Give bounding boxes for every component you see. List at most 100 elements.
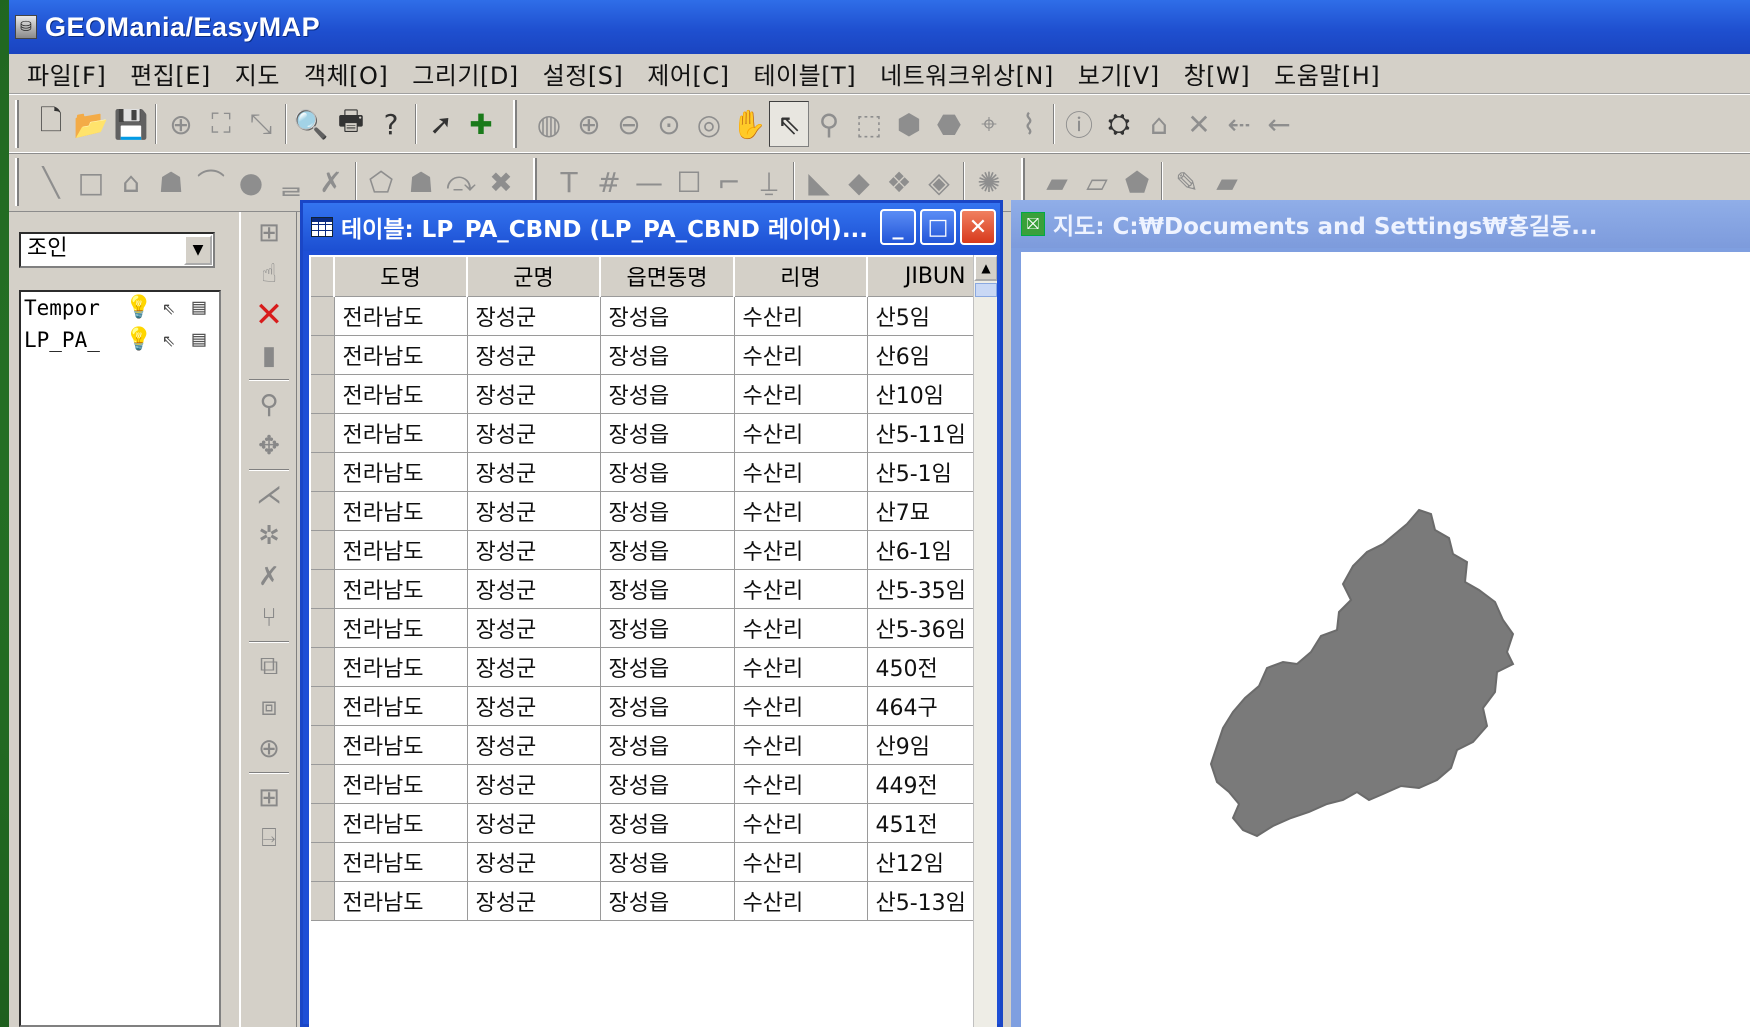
table-row[interactable]: 전라남도 장성군 장성읍 수산리 451전	[309, 802, 975, 843]
menu-item[interactable]: 편집[E]	[118, 56, 223, 91]
table-cell[interactable]: 전라남도	[333, 802, 468, 843]
zoom-in-icon[interactable]: ⊕	[569, 101, 609, 147]
table-row[interactable]: 전라남도 장성군 장성읍 수산리 산7묘	[309, 490, 975, 531]
layer-tool-4-icon[interactable]: ◈	[919, 159, 959, 205]
draw-circle-icon[interactable]: ●	[231, 159, 271, 205]
move-object-icon[interactable]: ☗	[401, 159, 441, 205]
table-cell[interactable]: 전라남도	[333, 451, 468, 492]
table-row[interactable]: 전라남도 장성군 장성읍 수산리 464구	[309, 685, 975, 726]
table-cell[interactable]: 장성읍	[599, 334, 735, 375]
table-row[interactable]: 전라남도 장성군 장성읍 수산리 산5-11임	[309, 412, 975, 453]
table-cell[interactable]: 전라남도	[333, 607, 468, 648]
table-cell[interactable]: 수산리	[733, 841, 868, 882]
grid-layout-icon[interactable]: ⊞	[241, 777, 297, 818]
row-header[interactable]	[309, 295, 335, 336]
box-tool-icon[interactable]: ☐	[669, 159, 709, 205]
layer-combo[interactable]: 조인 ▼	[19, 232, 215, 268]
select-area-icon[interactable]: ⬢	[889, 101, 929, 147]
network-split-icon[interactable]: ✗	[241, 556, 297, 597]
pan-hand-icon[interactable]: ✋	[729, 101, 769, 147]
fill-tool-1-icon[interactable]: ▰	[1037, 159, 1077, 205]
table-cell[interactable]: 장성읍	[599, 880, 735, 921]
scale-icon[interactable]: ⍈	[241, 818, 297, 859]
menu-item[interactable]: 도움말[H]	[1262, 56, 1392, 91]
column-header[interactable]: 리명	[733, 255, 868, 297]
menu-item[interactable]: 네트워크위상[N]	[868, 56, 1066, 91]
selectable-arrow-icon[interactable]: ⇖	[154, 326, 184, 354]
table-row[interactable]: 전라남도 장성군 장성읍 수산리 산10임	[309, 373, 975, 414]
layer-table-icon[interactable]: ▤	[184, 294, 214, 322]
label-tool-icon[interactable]: ⍊	[749, 159, 789, 205]
new-file-icon[interactable]: 🗋	[31, 101, 71, 147]
table-cell[interactable]: 장성읍	[599, 646, 735, 687]
table-cell[interactable]: 산6임	[866, 334, 975, 375]
table-cell[interactable]: 산12임	[866, 841, 975, 882]
draw-polygon-icon[interactable]: ⌂	[111, 159, 151, 205]
table-row[interactable]: 전라남도 장성군 장성읍 수산리 산5임	[309, 295, 975, 336]
table-cell[interactable]: 장성읍	[599, 529, 735, 570]
selectable-arrow-icon[interactable]: ⇖	[154, 294, 184, 322]
table-cell[interactable]: 장성읍	[599, 373, 735, 414]
select-point-icon[interactable]: ⌖	[969, 101, 1009, 147]
menu-item[interactable]: 지도	[223, 56, 292, 91]
open-folder-icon[interactable]: 📂	[71, 101, 111, 147]
app-title-bar[interactable]: ⛁ GEOMania/EasyMAP	[9, 0, 1750, 54]
text-tool-icon[interactable]: T	[549, 159, 589, 205]
jangseong-region-shape[interactable]	[1209, 508, 1515, 838]
table-cell[interactable]: 전라남도	[333, 724, 468, 765]
network-branch-icon[interactable]: ⑂	[241, 597, 297, 638]
table-cell[interactable]: 수산리	[733, 724, 868, 765]
row-header[interactable]	[309, 334, 335, 375]
draw-arc-icon[interactable]: ⌒	[191, 159, 231, 205]
toolbar-grip[interactable]	[15, 100, 19, 148]
table-cell[interactable]: 전라남도	[333, 529, 468, 570]
table-row[interactable]: 전라남도 장성군 장성읍 수산리 산12임	[309, 841, 975, 882]
zoom-previous-icon[interactable]: ◎	[689, 101, 729, 147]
table-cell[interactable]: 수산리	[733, 685, 868, 726]
table-cell[interactable]: 장성군	[466, 841, 601, 882]
select-line-icon[interactable]: ⌇	[1009, 101, 1049, 147]
forward-icon[interactable]: ←	[1259, 101, 1299, 147]
table-cell[interactable]: 수산리	[733, 607, 868, 648]
column-header[interactable]: JIBUN	[866, 255, 975, 297]
table-cell[interactable]: 장성군	[466, 802, 601, 843]
save-icon[interactable]: 💾	[111, 101, 151, 147]
table-cell[interactable]: 산9임	[866, 724, 975, 765]
scroll-up-icon[interactable]: ▲	[974, 255, 997, 281]
layer-tool-2-icon[interactable]: ◆	[839, 159, 879, 205]
table-cell[interactable]: 수산리	[733, 529, 868, 570]
layer-item[interactable]: Tempor 💡 ⇖ ▤	[21, 292, 219, 324]
row-header[interactable]	[309, 646, 335, 687]
table-cell[interactable]: 장성읍	[599, 451, 735, 492]
table-cell[interactable]: 장성읍	[599, 607, 735, 648]
visibility-bulb-icon[interactable]: 💡	[124, 326, 154, 354]
network-node-icon[interactable]: ⋌	[241, 474, 297, 515]
row-header[interactable]	[309, 841, 335, 882]
table-cell[interactable]: 장성읍	[599, 685, 735, 726]
table-cell[interactable]: 전라남도	[333, 490, 468, 531]
select-feature-icon[interactable]: ⬚	[849, 101, 889, 147]
table-row[interactable]: 전라남도 장성군 장성읍 수산리 산6-1임	[309, 529, 975, 570]
layer-tool-1-icon[interactable]: ◣	[799, 159, 839, 205]
clear-icon[interactable]: ✕	[1179, 101, 1219, 147]
overlay-2-icon[interactable]: ⧈	[241, 687, 297, 728]
select-arrow-icon[interactable]: ➚	[421, 101, 461, 147]
globe-icon[interactable]: ◍	[529, 101, 569, 147]
fill-tool-5-icon[interactable]: ▰	[1207, 159, 1247, 205]
table-cell[interactable]: 수산리	[733, 451, 868, 492]
map-canvas[interactable]	[1021, 252, 1750, 1027]
table-cell[interactable]: 전라남도	[333, 412, 468, 453]
draw-line-icon[interactable]: ╲	[31, 159, 71, 205]
table-cell[interactable]: 산5-11임	[866, 412, 975, 453]
toolbar-grip[interactable]	[1021, 158, 1025, 206]
menu-item[interactable]: 파일[F]	[15, 56, 118, 91]
draw-text-icon[interactable]: ᆯ	[271, 159, 311, 205]
table-cell[interactable]: 장성읍	[599, 568, 735, 609]
table-row[interactable]: 전라남도 장성군 장성읍 수산리 산5-36임	[309, 607, 975, 648]
menu-item[interactable]: 창[W]	[1172, 56, 1263, 91]
map-window-title-bar[interactable]: ⛝ 지도: C:₩Documents and Settings₩홍길동...	[1011, 200, 1750, 248]
table-cell[interactable]: 장성읍	[599, 412, 735, 453]
layer-tool-3-icon[interactable]: ❖	[879, 159, 919, 205]
menu-item[interactable]: 보기[V]	[1066, 56, 1172, 91]
toolbar-grip[interactable]	[15, 158, 19, 206]
